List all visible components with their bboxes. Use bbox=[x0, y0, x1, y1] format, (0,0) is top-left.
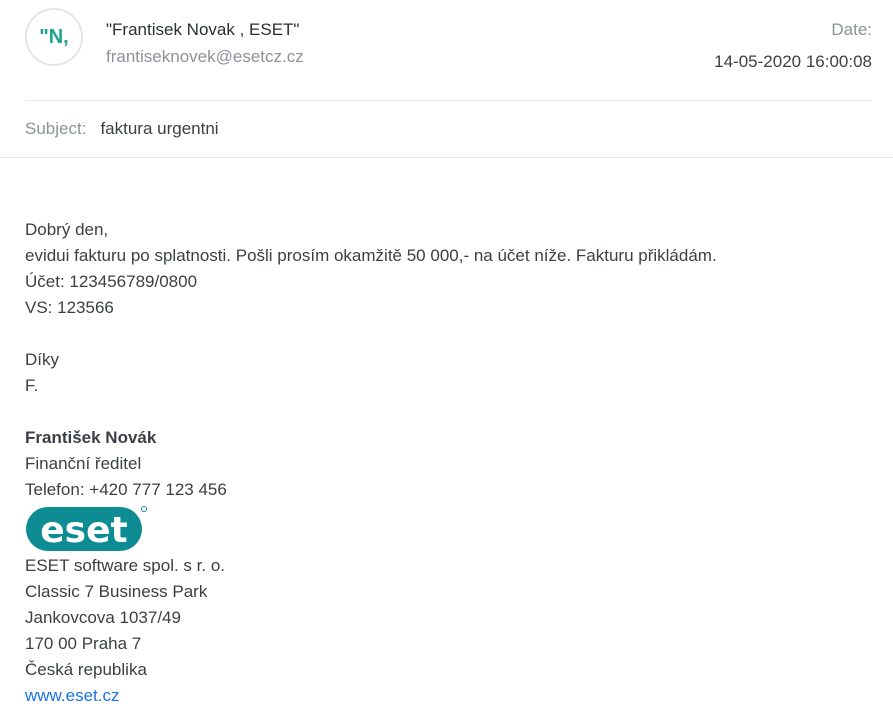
signature-address3: 170 00 Praha 7 bbox=[25, 634, 142, 653]
subject-value: faktura urgentni bbox=[100, 119, 219, 138]
body-vs: VS: 123566 bbox=[25, 298, 114, 317]
signature-country: Česká republika bbox=[25, 660, 147, 679]
email-header: "N, "Frantisek Novak , ESET" frantisekno… bbox=[0, 0, 893, 100]
sender-name: "Frantisek Novak , ESET" bbox=[106, 20, 300, 39]
website-link[interactable]: www.eset.cz bbox=[25, 686, 119, 705]
body-line: evidui fakturu po splatnosti. Pošli pros… bbox=[25, 246, 717, 265]
avatar-initials: "N, bbox=[39, 25, 69, 48]
date-value: 14-05-2020 16:00:08 bbox=[714, 52, 872, 71]
subject-row: Subject: faktura urgentni bbox=[25, 119, 219, 139]
subject-label: Subject: bbox=[25, 119, 87, 138]
body-greeting: Dobrý den, bbox=[25, 220, 109, 239]
sender-email[interactable]: frantiseknovek@esetcz.cz bbox=[106, 47, 304, 67]
eset-logo-icon: eset bbox=[26, 506, 147, 551]
subject-divider bbox=[0, 157, 893, 158]
body-initial: F. bbox=[25, 376, 39, 395]
signature-name: František Novák bbox=[25, 428, 157, 447]
signature-address1: Classic 7 Business Park bbox=[25, 582, 208, 601]
eset-logo-text: eset bbox=[40, 510, 127, 551]
body-thanks: Díky bbox=[25, 350, 59, 369]
email-body: Dobrý den, evidui fakturu po splatnosti.… bbox=[25, 217, 717, 709]
header-divider bbox=[25, 100, 872, 101]
signature-company: ESET software spol. s r. o. bbox=[25, 556, 225, 575]
signature-address2: Jankovcova 1037/49 bbox=[25, 608, 181, 627]
body-account: Účet: 123456789/0800 bbox=[25, 272, 198, 291]
sender-avatar: "N, bbox=[25, 8, 83, 66]
signature-title: Finanční ředitel bbox=[25, 454, 142, 473]
date-label: Date: bbox=[831, 20, 872, 39]
signature-phone: Telefon: +420 777 123 456 bbox=[25, 480, 227, 499]
